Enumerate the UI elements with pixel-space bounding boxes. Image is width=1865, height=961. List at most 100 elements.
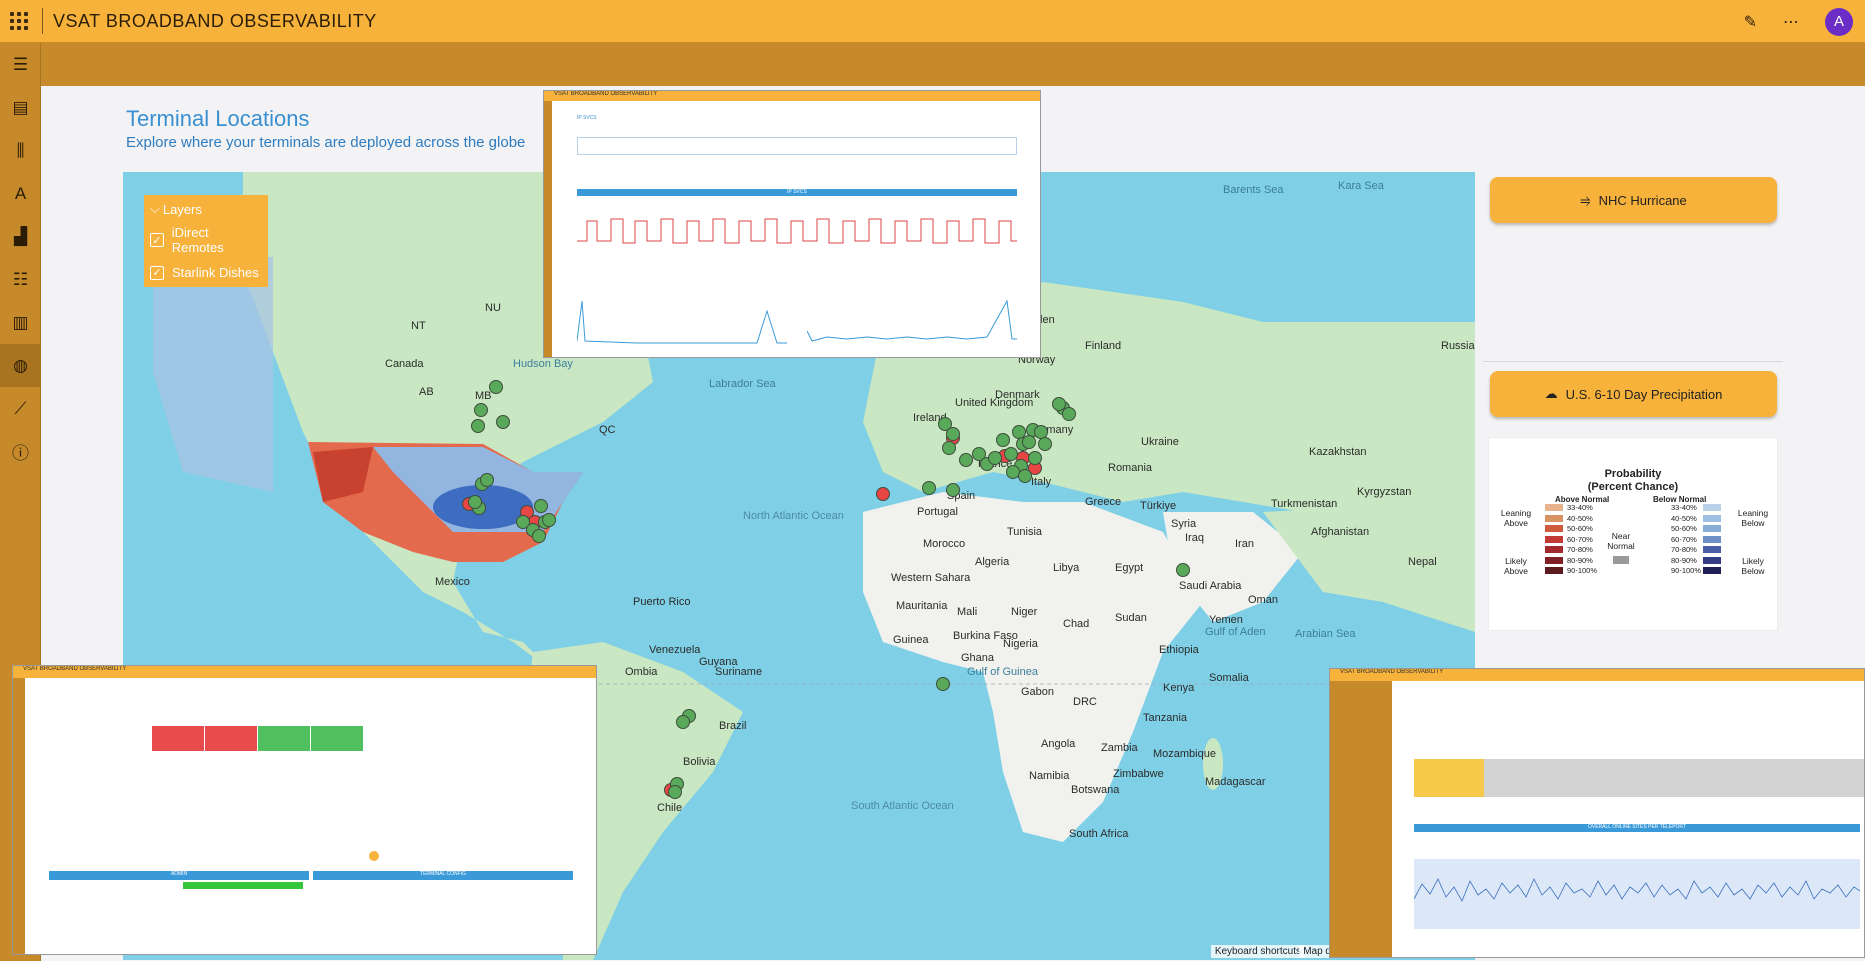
terminal-marker-online[interactable]: [1028, 451, 1042, 465]
terminal-marker-online[interactable]: [471, 419, 485, 433]
keyboard-shortcuts-link[interactable]: Keyboard shortcuts: [1210, 945, 1305, 958]
app-launcher-button[interactable]: [0, 0, 38, 43]
hamburger-menu-icon[interactable]: ☰: [0, 43, 41, 86]
terminal-marker-online[interactable]: [959, 453, 973, 467]
map-place-label: Chad: [1063, 618, 1090, 630]
terminal-marker-offline[interactable]: [876, 487, 890, 501]
map-place-label: Zimbabwe: [1113, 768, 1164, 780]
legend-swatch-above: [1545, 567, 1563, 574]
button-label: U.S. 6-10 Day Precipitation: [1565, 386, 1723, 402]
nav-report-icon[interactable]: ▥: [0, 301, 41, 344]
terminal-marker-online[interactable]: [542, 513, 556, 527]
terminal-marker-online[interactable]: [1176, 563, 1190, 577]
overlay-teleport-screenshot: VSAT BROADBAND OBSERVABILITY OVERALL ONL…: [1329, 668, 1865, 958]
page-title: Terminal Locations: [126, 106, 310, 131]
overlay-terminal-grid-screenshot: VSAT BROADBAND OBSERVABILITY ADMIN TERMI…: [12, 665, 597, 955]
map-place-label: Madagascar: [1205, 776, 1266, 788]
waffle-icon: [10, 12, 28, 30]
chevron-down-icon: ⌵: [150, 201, 160, 216]
terminal-marker-online[interactable]: [936, 677, 950, 691]
nav-globe-icon[interactable]: ◍: [0, 344, 41, 387]
more-options-icon[interactable]: ⋯: [1783, 12, 1799, 32]
nav-network-icon[interactable]: ⫼: [0, 129, 41, 172]
nav-chart-icon[interactable]: ▟: [0, 215, 41, 258]
legend-swatch-below: [1703, 556, 1721, 564]
page-subtitle: Explore where your terminals are deploye…: [126, 134, 526, 151]
user-avatar[interactable]: A: [1825, 7, 1853, 36]
map-place-label: Ukraine: [1141, 436, 1179, 448]
legend-range-label: 90-100%: [1567, 566, 1598, 575]
map-place-label: Saudi Arabia: [1179, 580, 1242, 592]
terminal-marker-online[interactable]: [496, 415, 510, 429]
checkbox-checked-icon[interactable]: ✓: [150, 265, 164, 280]
legend-range-label: 33-40%: [1671, 503, 1697, 512]
overlay-square-wave-chart: [577, 218, 1017, 244]
terminal-marker-online[interactable]: [532, 529, 546, 543]
overlay-admin-bar: [183, 882, 303, 889]
terminal-marker-online[interactable]: [1062, 407, 1076, 421]
legend-swatch-above: [1545, 525, 1563, 532]
top-bar: VSAT BROADBAND OBSERVABILITY ✎ ⋯ A: [0, 0, 1865, 43]
terminal-marker-online[interactable]: [480, 473, 494, 487]
overlay-pager-dot: [369, 851, 379, 861]
layer-idirect-remotes[interactable]: ✓ iDirect Remotes: [150, 225, 262, 255]
terminal-marker-online[interactable]: [1038, 437, 1052, 451]
overlay-rail: [13, 678, 25, 954]
legend-swatch-below: [1703, 535, 1721, 543]
overlay-title-bar: VSAT BROADBAND OBSERVABILITY: [544, 91, 1040, 101]
terminal-marker-online[interactable]: [676, 715, 690, 729]
terminal-marker-online[interactable]: [1018, 469, 1032, 483]
checkbox-checked-icon[interactable]: ✓: [150, 233, 164, 247]
legend-near-swatch: [1613, 556, 1629, 564]
terminal-marker-online[interactable]: [942, 441, 956, 455]
map-place-label: Guinea: [893, 634, 929, 646]
nav-dashboard-icon[interactable]: ▤: [0, 86, 41, 129]
map-place-label: Hudson Bay: [513, 358, 573, 370]
map-place-label: Labrador Sea: [709, 378, 776, 390]
nav-info-icon[interactable]: ⓘ: [0, 430, 41, 473]
map-place-label: Western Sahara: [891, 572, 971, 584]
overlay-tile-green: [311, 726, 363, 751]
app-title: VSAT BROADBAND OBSERVABILITY: [53, 10, 377, 31]
legend-subtitle: (Percent Chance): [1587, 481, 1679, 493]
pencil-icon[interactable]: ✎: [1744, 12, 1757, 32]
map-place-label: Niger: [1011, 606, 1038, 618]
map-place-label: Angola: [1041, 738, 1076, 750]
terminal-marker-online[interactable]: [468, 495, 482, 509]
map-place-label: Suriname: [715, 666, 763, 678]
terminal-marker-online[interactable]: [996, 433, 1010, 447]
map-place-label: United Kingdom: [955, 397, 1034, 409]
terminal-marker-online[interactable]: [922, 481, 936, 495]
overlay-info-strip: [577, 137, 1017, 155]
overlay-rail: [1330, 681, 1392, 957]
layers-toggle[interactable]: ⌵ Layers: [150, 201, 262, 217]
nav-list-icon[interactable]: ☷: [0, 258, 41, 301]
rain-cloud-icon: ☁: [1544, 386, 1558, 401]
map-place-label: Mauritania: [896, 600, 948, 612]
nhc-hurricane-button[interactable]: ⥤ NHC Hurricane: [1490, 177, 1777, 223]
map-place-label: NU: [485, 302, 501, 314]
legend-range-label: 50-60%: [1671, 524, 1697, 533]
terminal-marker-online[interactable]: [988, 451, 1002, 465]
terminal-marker-online[interactable]: [1004, 447, 1018, 461]
terminal-marker-online[interactable]: [946, 483, 960, 497]
precipitation-button[interactable]: ☁ U.S. 6-10 Day Precipitation: [1490, 371, 1777, 417]
nav-trend-icon[interactable]: ⟋: [0, 387, 41, 430]
overlay-tile-green: [258, 726, 310, 751]
nav-antenna-icon[interactable]: A: [0, 172, 41, 215]
overlay-tile-red: [205, 726, 257, 751]
legend-title: Probability: [1604, 468, 1662, 480]
terminal-marker-online[interactable]: [668, 785, 682, 799]
map-place-label: Ombia: [625, 666, 658, 678]
map-place-label: Zambia: [1101, 742, 1138, 754]
map-place-label: Ethiopia: [1159, 644, 1199, 656]
layer-starlink-dishes[interactable]: ✓ Starlink Dishes: [150, 265, 262, 280]
terminal-marker-online[interactable]: [1022, 435, 1036, 449]
overlay-rail: [544, 101, 552, 357]
terminal-marker-online[interactable]: [474, 403, 488, 417]
terminal-marker-online[interactable]: [946, 427, 960, 441]
terminal-marker-online[interactable]: [489, 380, 503, 394]
terminal-marker-online[interactable]: [534, 499, 548, 513]
legend-swatch-above: [1545, 546, 1563, 553]
overlay-title-bar: VSAT BROADBAND OBSERVABILITY: [1330, 669, 1864, 681]
